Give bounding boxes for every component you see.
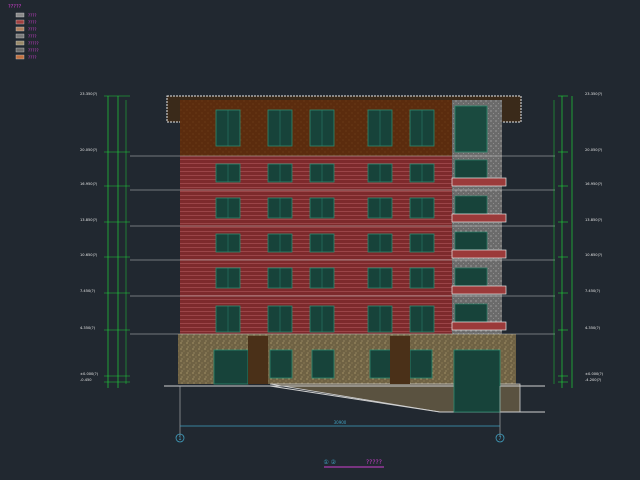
elevation-label: 20.050(?) (585, 148, 603, 152)
elevation-label: 20.050(?) (80, 148, 98, 152)
legend-title: ????? (8, 4, 22, 10)
elevation-label: 4.350(?) (80, 326, 96, 330)
legend-swatch (15, 47, 25, 53)
ground-window-1 (269, 349, 293, 379)
drawing-title-block: ① ② ????? (323, 459, 384, 468)
dimension-text: 30900 (334, 420, 347, 425)
legend-item-label: ???? (28, 34, 37, 39)
elevation-label: 23.350(?) (585, 92, 603, 96)
legend-swatch (15, 54, 25, 60)
elevation-label: 16.950(?) (585, 182, 603, 186)
building-elevation (130, 95, 555, 413)
entrance-door-left (213, 349, 249, 385)
balcony-rail (451, 177, 507, 187)
tower-window (454, 195, 488, 215)
axis-mark-right: 7 (498, 436, 501, 442)
balcony-rail (451, 249, 507, 259)
axis-mark-left: 1 (178, 436, 181, 442)
elevation-label: 10.650(?) (585, 253, 603, 257)
balcony-rail (451, 321, 507, 331)
left-elevation-markers: 23.350(?) 20.050(?) 16.950(?) 13.850(?) 10.6… (80, 92, 130, 388)
drawing-title: ????? (366, 459, 382, 466)
entrance-door-right (453, 349, 501, 413)
right-elevation-markers: 23.350(?) 20.050(?) 16.950(?) 13.850(?) 10.6… (553, 92, 604, 388)
ground-pillar-1 (248, 336, 268, 384)
elevation-label: ±0.000(?) (80, 372, 99, 376)
legend-item-label: ????? (28, 41, 39, 46)
legend-swatch (15, 33, 25, 39)
elevation-label: -0.450 (80, 378, 92, 382)
elevation-label: 4.350(?) (585, 326, 601, 330)
drawing-title-marks: ① ② (323, 459, 336, 466)
ground-pillar-2 (390, 336, 410, 384)
legend-item-label: ????? (28, 48, 39, 53)
elevation-label: 13.850(?) (585, 218, 603, 222)
elevation-label: 7.450(?) (80, 289, 96, 293)
ground-window-2 (311, 349, 335, 379)
stair-tower-glass (454, 105, 488, 153)
ground-window-4 (409, 349, 433, 379)
legend-swatch (15, 19, 25, 25)
legend-item-label: ???? (28, 55, 37, 60)
legend-item-label: ???? (28, 27, 37, 32)
elevation-label: 10.650(?) (80, 253, 98, 257)
tower-window (454, 231, 488, 251)
elevation-label: 16.950(?) (80, 182, 98, 186)
tower-window (454, 159, 488, 179)
legend: ????? ?????????????????????????????? (8, 4, 39, 60)
ground-window-3 (369, 349, 393, 379)
balcony-rail (451, 213, 507, 223)
elevation-label: 23.350(?) (80, 92, 98, 96)
legend-item-label: ???? (28, 20, 37, 25)
elevation-label: ±0.000(?) (585, 372, 604, 376)
elevation-drawing: ????? ?????????????????????????????? 23.… (8, 4, 604, 468)
elevation-label: -4.200(?) (585, 378, 602, 382)
elevation-label: 13.850(?) (80, 218, 98, 222)
elevation-label: 7.450(?) (585, 289, 601, 293)
legend-swatch (15, 26, 25, 32)
legend-item-label: ???? (28, 13, 37, 18)
legend-swatch (15, 12, 25, 18)
balcony-rail (451, 285, 507, 295)
legend-swatch (15, 40, 25, 46)
tower-window (454, 303, 488, 323)
tower-window (454, 267, 488, 287)
